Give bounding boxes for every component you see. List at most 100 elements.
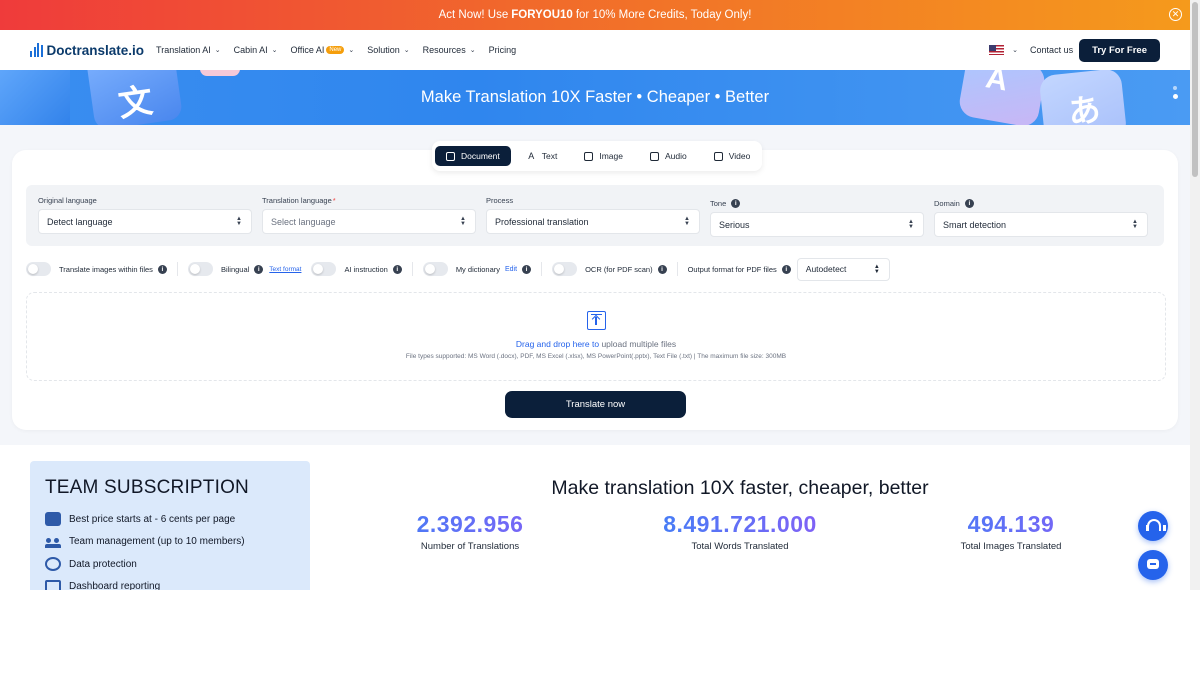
original-language-select[interactable]: Detect language ▲ ▼: [38, 209, 252, 234]
page-scrollbar[interactable]: [1190, 0, 1200, 590]
team-subscription-card: TEAM SUBSCRIPTION Best price starts at -…: [30, 461, 310, 590]
nav-label: Pricing: [488, 45, 517, 55]
team-icon: [45, 535, 61, 549]
browser-viewport: Act Now! Use FORYOU10 for 10% More Credi…: [0, 0, 1190, 590]
decorative-shape: [200, 70, 240, 76]
dictionary-option: My dictionary Edit i: [422, 262, 532, 276]
stat-value: 8.491.721.000: [630, 511, 850, 538]
nav-solution[interactable]: Solution ⌄: [367, 45, 409, 55]
audio-icon: [649, 151, 659, 161]
info-icon[interactable]: i: [731, 198, 741, 208]
scrollbar-thumb[interactable]: [1192, 2, 1198, 177]
contact-link[interactable]: Contact us: [1030, 45, 1073, 55]
ai-instruction-toggle[interactable]: [311, 262, 337, 276]
select-value: Detect language: [47, 216, 113, 227]
nav-pricing[interactable]: Pricing: [489, 45, 517, 55]
translator-card: Original language Detect language ▲ ▼ Tran…: [12, 150, 1178, 430]
promo-text-after: for 10% More Credits, Today Only!: [575, 9, 752, 21]
tab-label: Audio: [664, 151, 687, 161]
tab-label: Document: [461, 151, 500, 161]
field-label-text: Tone: [710, 198, 727, 208]
bilingual-option: Bilingual i Text format: [187, 262, 301, 276]
info-icon[interactable]: i: [254, 264, 264, 274]
image-icon: [584, 151, 594, 161]
lower-section: TEAM SUBSCRIPTION Best price starts at -…: [0, 445, 1190, 590]
chevron-down-icon: ⌄: [271, 47, 278, 54]
shield-icon: [45, 557, 61, 572]
price-icon: [45, 512, 61, 527]
language-switcher[interactable]: ⌄: [989, 45, 1018, 55]
promo-banner: Act Now! Use FORYOU10 for 10% More Credi…: [0, 0, 1190, 30]
nav-label: Solution: [367, 45, 400, 55]
nav-label: Resources: [422, 45, 466, 55]
dictionary-toggle[interactable]: [422, 262, 448, 276]
info-icon[interactable]: i: [157, 264, 167, 274]
logo[interactable]: Doctranslate.io: [30, 43, 144, 58]
tone-select[interactable]: Serious ▲ ▼: [710, 212, 924, 237]
updown-icon: ▲ ▼: [236, 216, 242, 227]
chevron-down-icon: ⌄: [403, 47, 410, 54]
info-icon[interactable]: i: [392, 264, 402, 274]
tab-document[interactable]: Document: [435, 146, 511, 166]
chat-button[interactable]: [1138, 550, 1168, 580]
promo-text-before: Act Now! Use: [438, 9, 509, 21]
new-badge: New: [326, 46, 345, 54]
process-select[interactable]: Professional translation ▲ ▼: [486, 209, 700, 234]
ocr-toggle[interactable]: [552, 262, 578, 276]
option-label: Translate images within files: [59, 264, 153, 274]
translate-now-button[interactable]: Translate now: [505, 391, 686, 418]
team-feature: Dashboard reporting: [45, 576, 295, 590]
domain-select[interactable]: Smart detection ▲ ▼: [934, 212, 1148, 237]
tab-image[interactable]: Image: [573, 146, 634, 166]
support-headset-button[interactable]: [1138, 511, 1168, 541]
output-format-option: Output format for PDF files i Autodetect…: [687, 257, 890, 281]
stats-title: Make translation 10X faster, cheaper, be…: [551, 477, 929, 499]
translate-images-option: Translate images within files i: [26, 262, 167, 276]
us-flag-icon: [989, 45, 1005, 55]
document-icon: [446, 151, 455, 161]
option-label: Output format for PDF files: [687, 264, 777, 274]
divider: [176, 262, 178, 276]
stat-label: Total Words Translated: [691, 541, 789, 552]
file-dropzone[interactable]: Drag and drop here to upload multiple fi…: [26, 292, 1166, 381]
stat-label: Total Images Translated: [960, 541, 1062, 552]
try-for-free-button[interactable]: Try For Free: [1079, 38, 1160, 62]
info-icon[interactable]: i: [964, 198, 974, 208]
team-feature: Best price starts at - 6 cents per page: [45, 508, 295, 531]
dropzone-highlight: Drag and drop here to: [515, 339, 600, 349]
text-format-link[interactable]: Text format: [269, 266, 301, 273]
option-label: OCR (for PDF scan): [585, 264, 653, 274]
stat-translations: 2.392.956 Number of Translations: [360, 511, 580, 552]
options-row: Translate images within files i Bilingua…: [26, 257, 900, 281]
hero-banner: 文 A あ Make Translation 10X Faster • Chea…: [0, 70, 1190, 125]
tab-video[interactable]: Video: [703, 146, 762, 166]
nav-translation-ai[interactable]: Translation AI ⌄: [156, 45, 221, 55]
info-icon[interactable]: i: [522, 264, 532, 274]
field-label: Domain i: [934, 197, 1148, 209]
logo-icon: [30, 43, 43, 57]
translation-language-select[interactable]: Select language ▲ ▼: [262, 209, 476, 234]
field-label: Translation language *: [262, 194, 476, 206]
stat-value: 2.392.956: [360, 511, 580, 538]
tab-label: Text: [541, 151, 558, 161]
edit-dictionary-link[interactable]: Edit: [505, 266, 517, 273]
option-label: My dictionary: [455, 264, 500, 274]
close-icon[interactable]: ✕: [1169, 8, 1182, 21]
nav-office-ai[interactable]: Office AI New ⌄: [291, 45, 355, 55]
output-format-select[interactable]: Autodetect ▲ ▼: [796, 257, 890, 281]
nav-cabin-ai[interactable]: Cabin AI ⌄: [234, 45, 278, 55]
translate-images-toggle[interactable]: [26, 262, 51, 276]
tab-text[interactable]: A Text: [516, 146, 569, 166]
select-value: Serious: [719, 219, 750, 230]
nav-resources[interactable]: Resources ⌄: [423, 45, 476, 55]
carousel-dots[interactable]: [1173, 86, 1178, 99]
bilingual-toggle[interactable]: [187, 262, 213, 276]
ai-instruction-option: AI instruction i: [311, 262, 402, 276]
team-feature: Data protection: [45, 553, 295, 576]
info-icon[interactable]: i: [781, 264, 791, 274]
option-label: Bilingual: [220, 264, 250, 274]
info-icon[interactable]: i: [657, 264, 667, 274]
tab-audio[interactable]: Audio: [639, 146, 698, 166]
updown-icon: ▲ ▼: [873, 263, 880, 275]
promo-code: FORYOU10: [511, 9, 573, 21]
